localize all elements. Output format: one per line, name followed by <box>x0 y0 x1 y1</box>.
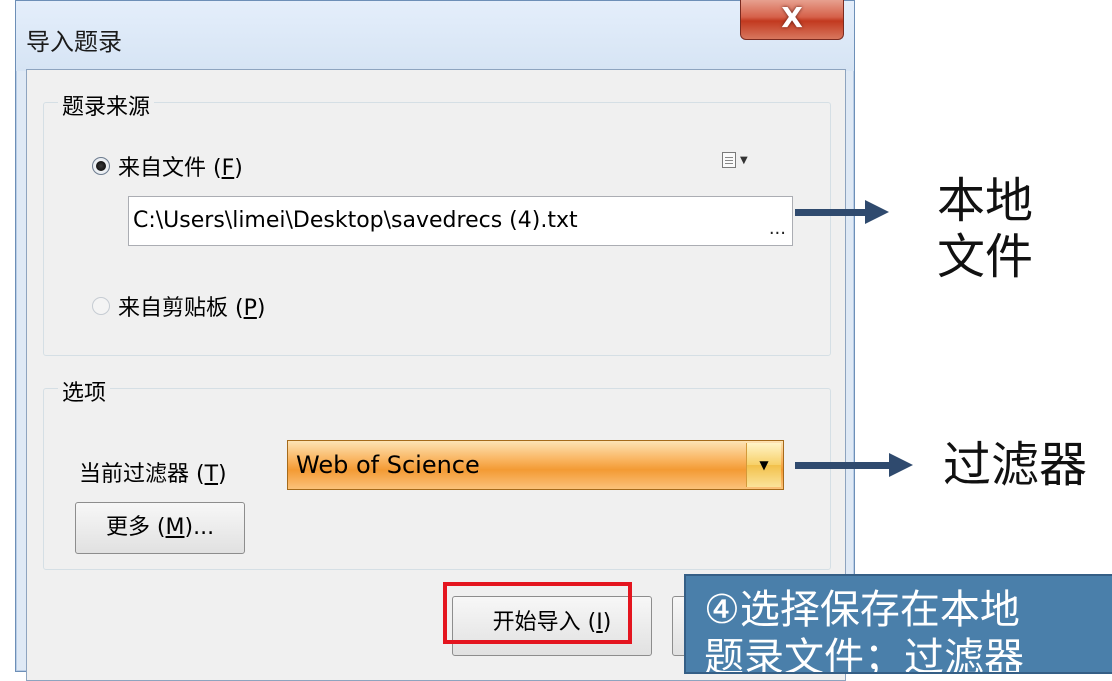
more-button[interactable]: 更多 (M)... <box>75 502 245 554</box>
from-file-radio[interactable] <box>92 157 110 175</box>
current-filter-label: 当前过滤器 (T) <box>79 462 227 487</box>
chevron-down-icon[interactable]: ▼ <box>740 155 748 166</box>
close-button[interactable]: X <box>740 0 844 40</box>
file-path-field[interactable]: C:\Users\limei\Desktop\savedrecs (4).txt… <box>128 196 793 246</box>
filter-arrow-icon <box>795 453 913 477</box>
import-button-highlight <box>443 582 632 644</box>
import-references-dialog: 导入题录 X 题录来源 来自文件 (F) ▼ C:\Users\limei\De… <box>15 0 855 681</box>
filter-select-value: Web of Science <box>296 451 480 479</box>
dropdown-arrow-icon[interactable]: ▼ <box>746 443 781 487</box>
file-arrow-icon <box>795 200 889 224</box>
document-icon[interactable] <box>722 152 736 168</box>
from-file-radio-row[interactable]: 来自文件 (F) <box>92 150 243 182</box>
local-file-annotation: 本地 文件 <box>937 173 1034 285</box>
options-group-legend: 选项 <box>58 375 111 407</box>
from-clipboard-radio[interactable] <box>92 297 110 315</box>
dialog-title: 导入题录 <box>26 28 122 56</box>
file-options-menu[interactable]: ▼ <box>722 152 748 168</box>
title-bar: 导入题录 X <box>16 0 854 71</box>
filter-select[interactable]: Web of Science ▼ <box>287 440 784 490</box>
browse-button[interactable]: ... <box>769 205 786 253</box>
from-clipboard-label: 来自剪贴板 (P) <box>118 296 266 321</box>
filter-annotation: 过滤器 <box>943 437 1088 493</box>
step-note: ④选择保存在本地 题录文件；过滤器 <box>684 574 1112 674</box>
close-icon[interactable]: X <box>741 1 843 34</box>
from-file-label: 来自文件 (F) <box>118 156 243 181</box>
source-group-legend: 题录来源 <box>58 89 155 121</box>
from-clipboard-radio-row[interactable]: 来自剪贴板 (P) <box>92 290 265 322</box>
file-path-value: C:\Users\limei\Desktop\savedrecs (4).txt <box>133 208 578 233</box>
